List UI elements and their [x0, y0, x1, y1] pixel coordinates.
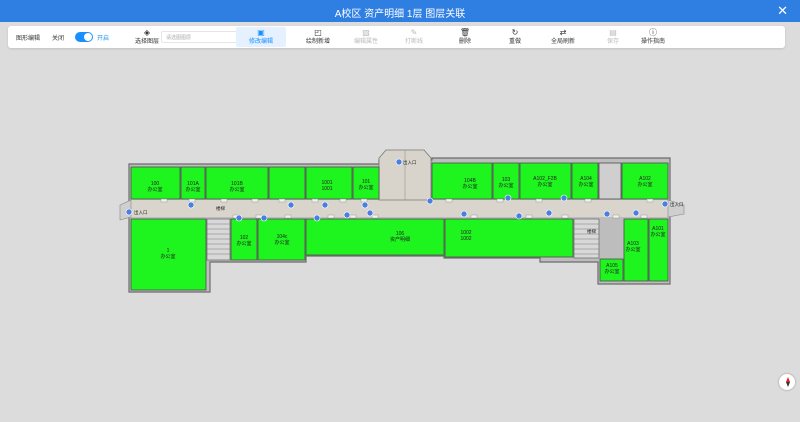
room-1-type: 办公室	[160, 253, 175, 260]
room-1[interactable]: 1 办公室	[130, 218, 207, 291]
location-pin	[632, 209, 640, 217]
room-101[interactable]: 101 办公室	[352, 166, 380, 200]
stair-left-label: 楼梯	[216, 205, 225, 212]
location-pin	[313, 214, 321, 222]
corridor	[131, 200, 668, 217]
location-pin	[366, 209, 374, 217]
entrance-left-label: 出入口	[134, 209, 148, 216]
room-a101-type: 办公室	[650, 231, 665, 238]
room-105-type: 办公室	[537, 181, 552, 188]
room-a103[interactable]: A103 办公室	[623, 218, 649, 282]
compass-south-needle	[786, 382, 790, 387]
room-1001[interactable]: 1001 1001	[305, 166, 353, 200]
room-101b-type: 办公室	[229, 186, 244, 193]
staircase-right	[573, 218, 600, 259]
room-a102[interactable]: A102 办公室	[621, 162, 669, 200]
room-a101[interactable]: A101 办公室	[648, 218, 669, 282]
location-pin	[545, 209, 553, 217]
room-1002[interactable]: 1002 1002	[444, 218, 574, 258]
location-pin	[426, 197, 434, 205]
room-101b[interactable]: 101B 办公室	[205, 166, 269, 200]
room-storage[interactable]	[598, 162, 622, 200]
room-104b-type: 办公室	[462, 183, 477, 190]
location-pin	[125, 208, 133, 216]
location-pin	[287, 201, 295, 209]
location-pin	[504, 194, 512, 202]
location-pin	[395, 158, 403, 166]
room-103-type: 办公室	[498, 182, 513, 189]
room-1001-code: 1001	[321, 186, 332, 192]
room-106-type: 资产明细	[390, 236, 410, 243]
location-pin	[603, 210, 611, 218]
entrance-top-label: 出入口	[403, 159, 417, 166]
room-unassigned-1[interactable]	[268, 166, 306, 200]
location-pin	[321, 201, 329, 209]
room-104b[interactable]: 104B 办公室	[431, 162, 493, 200]
room-102[interactable]: 102 办公室	[230, 218, 258, 261]
location-pin	[361, 201, 369, 209]
compass-icon[interactable]	[779, 374, 795, 390]
location-pin	[460, 210, 468, 218]
room-103[interactable]: 103 办公室	[492, 162, 520, 200]
room-104-type: 办公室	[578, 181, 593, 188]
room-a105[interactable]: A105 办公室	[599, 258, 624, 282]
location-pin	[515, 212, 523, 220]
location-pin	[343, 211, 351, 219]
entrance-right-label: 出入口	[670, 201, 684, 208]
location-pin	[187, 201, 195, 209]
floor-plan[interactable]: 100 办公室 101A 办公室 101B 办公室 1001 1001 101 …	[0, 0, 800, 422]
room-104[interactable]: A104 办公室	[571, 162, 599, 200]
room-102-type: 办公室	[236, 240, 251, 247]
location-pin	[235, 214, 243, 222]
room-101a-type: 办公室	[185, 186, 200, 193]
room-101-type: 办公室	[358, 184, 373, 191]
room-100-type: 办公室	[147, 186, 162, 193]
room-a103-type: 办公室	[625, 246, 640, 253]
stair-right-label: 楼梯	[587, 228, 596, 235]
room-106[interactable]: 106 资产明细	[305, 218, 445, 256]
location-pin	[560, 194, 568, 202]
location-pin	[661, 200, 669, 208]
room-101a[interactable]: 101A 办公室	[180, 166, 206, 200]
room-105[interactable]: A102_F2B 办公室	[519, 162, 572, 200]
room-a102-type: 办公室	[637, 181, 652, 188]
room-a105-type: 办公室	[604, 268, 619, 275]
room-104c-type: 办公室	[274, 239, 289, 246]
room-1002-code: 1002	[460, 236, 471, 242]
room-100[interactable]: 100 办公室	[130, 166, 181, 200]
location-pin	[260, 214, 268, 222]
room-104c[interactable]: 104c 办公室	[257, 218, 306, 261]
